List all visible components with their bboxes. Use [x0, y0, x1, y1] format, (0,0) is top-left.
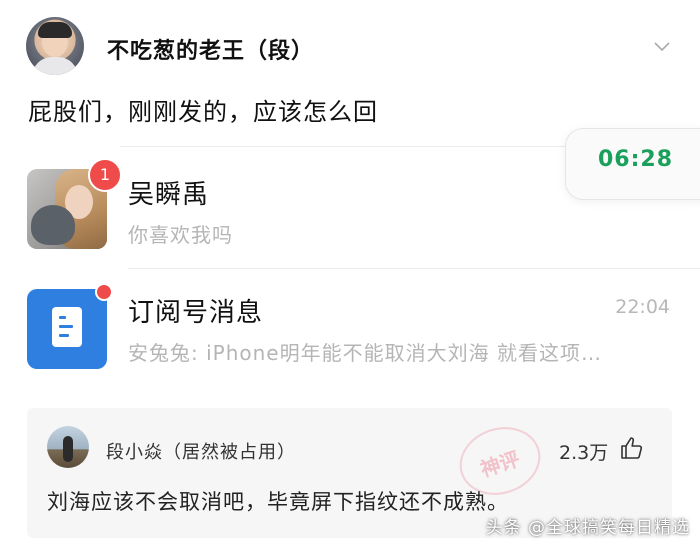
author-avatar[interactable] [26, 17, 84, 75]
commenter-name[interactable]: 段小焱（居然被占用） [106, 438, 296, 464]
chat-time: 22:04 [615, 296, 670, 318]
chat-name: 吴瞬禹 [128, 180, 210, 210]
time-popup: 06:28 [565, 128, 700, 200]
unread-dot [95, 283, 113, 301]
post-text: 屁股们，刚刚发的，应该怎么回 [28, 98, 378, 126]
document-icon [52, 307, 82, 347]
divider [128, 268, 700, 269]
chevron-down-icon[interactable] [654, 38, 670, 54]
author-name[interactable]: 不吃葱的老王（段） [107, 33, 314, 65]
avatar-shirt-shape [32, 57, 78, 75]
post-header: 不吃葱的老王（段） [0, 0, 700, 90]
chat-name: 订阅号消息 [128, 298, 264, 328]
like-count: 2.3万 [559, 442, 609, 464]
chat-preview: 你喜欢我吗 [128, 223, 233, 247]
chat-preview: 安兔兔: iPhone明年能不能取消大刘海 就看这项… [128, 341, 602, 365]
chat-list-item[interactable]: 订阅号消息 22:04 安兔兔: iPhone明年能不能取消大刘海 就看这项… [0, 282, 700, 392]
time-popup-text: 06:28 [598, 147, 674, 172]
divider [120, 146, 570, 147]
avatar-figure-shape [63, 436, 73, 462]
subscription-avatar [27, 289, 107, 369]
unread-badge: 1 [88, 158, 122, 192]
stamp-text: 神评 [477, 446, 523, 482]
post-page: 不吃葱的老王（段） 屁股们，刚刚发的，应该怎么回 1 吴瞬禹 你喜欢我吗 06:… [0, 0, 700, 552]
avatar-hair-shape [38, 22, 72, 38]
avatar-toy-shape [31, 205, 75, 245]
comment-text: 刘海应该不会取消吧，毕竟屏下指纹还不成熟。 [47, 490, 509, 514]
commenter-avatar[interactable] [47, 426, 89, 468]
thumbs-up-icon[interactable] [620, 436, 644, 460]
watermark: 头条 @全球搞笑每日精选 [485, 518, 690, 538]
